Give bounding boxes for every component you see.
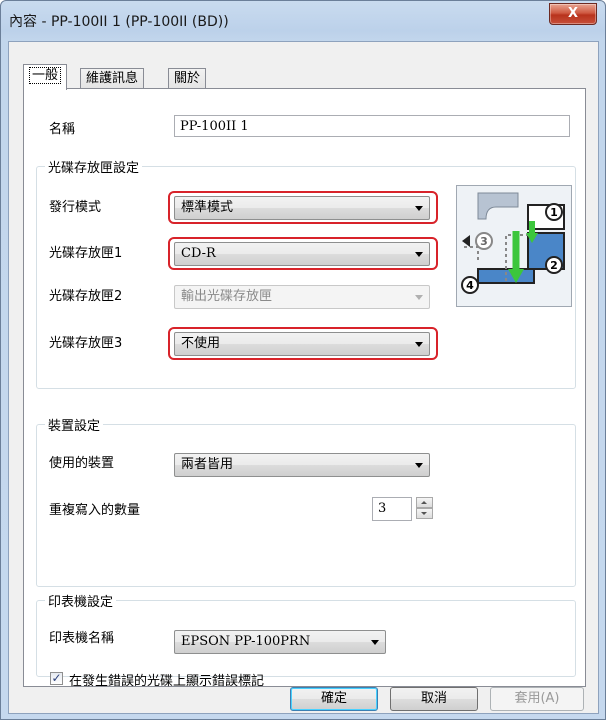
- close-button[interactable]: X: [549, 3, 597, 25]
- stacker3-label: 光碟存放匣3: [49, 336, 123, 351]
- stacker3-value: 不使用: [181, 336, 221, 351]
- publishing-mode-label: 發行模式: [49, 200, 102, 215]
- copies-label: 重複寫入的數量: [49, 503, 141, 518]
- stacker3-select[interactable]: 不使用: [174, 332, 430, 356]
- disc-stacker-group-title: 光碟存放匣設定: [45, 157, 143, 176]
- printer-name-label: 印表機名稱: [49, 631, 115, 646]
- chevron-down-icon: [415, 342, 423, 347]
- device-select[interactable]: 兩者皆用: [174, 453, 430, 477]
- stepper-up-icon[interactable]: [416, 497, 433, 508]
- printer-value: EPSON PP-100PRN: [181, 634, 311, 649]
- ok-button[interactable]: 確定: [290, 687, 378, 711]
- printer-select[interactable]: EPSON PP-100PRN: [174, 630, 386, 654]
- error-mark-label[interactable]: 在發生錯誤的光碟上顯示錯誤標記: [69, 670, 264, 689]
- stacker1-select[interactable]: CD-R: [174, 242, 430, 266]
- printer-settings-group-title: 印表機設定: [45, 591, 117, 610]
- device-settings-group-title: 裝置設定: [45, 415, 104, 434]
- chevron-down-icon: [415, 463, 423, 468]
- chevron-down-icon: [371, 640, 379, 645]
- stacker1-value: CD-R: [181, 246, 216, 261]
- name-field[interactable]: PP-100II 1: [174, 115, 570, 137]
- stacker1-label: 光碟存放匣1: [49, 246, 123, 261]
- diagram-number-2: 2: [550, 259, 558, 272]
- publishing-mode-select[interactable]: 標準模式: [174, 196, 430, 220]
- stacker2-label: 光碟存放匣2: [49, 289, 123, 304]
- diagram-number-4: 4: [466, 279, 474, 292]
- title-bar: 內容 - PP-100II 1 (PP-100II (BD)) X: [1, 1, 605, 41]
- tab-general[interactable]: 一般: [23, 64, 68, 90]
- name-label: 名稱: [49, 122, 76, 137]
- stacker2-select: 輸出光碟存放匣: [174, 285, 430, 309]
- cancel-button[interactable]: 取消: [390, 687, 478, 711]
- publishing-mode-value: 標準模式: [181, 200, 234, 215]
- apply-button[interactable]: 套用(A): [490, 687, 584, 711]
- stepper-down-icon[interactable]: [416, 508, 433, 519]
- chevron-down-icon: [415, 295, 423, 300]
- device-label: 使用的裝置: [49, 456, 115, 471]
- copies-stepper[interactable]: [416, 497, 433, 521]
- stacker-diagram-image: 1 2 3 4: [456, 185, 572, 307]
- stacker2-value: 輸出光碟存放匣: [181, 289, 273, 304]
- diagram-number-3: 3: [480, 235, 488, 248]
- tab-maintenance-info[interactable]: 維護訊息: [80, 68, 145, 89]
- general-tab-panel: 名稱 PP-100II 1 光碟存放匣設定 發行模式 標準模式 光碟存放匣1 C…: [23, 88, 586, 689]
- window-title: 內容 - PP-100II 1 (PP-100II (BD)): [9, 14, 229, 30]
- error-mark-checkbox[interactable]: ✓: [50, 672, 63, 685]
- dialog-client-area: 一般 維護訊息 關於 名稱 PP-100II 1 光碟存放匣設定 發行模式 標準…: [8, 41, 599, 714]
- copies-input[interactable]: 3: [372, 497, 412, 521]
- diagram-number-1: 1: [550, 206, 558, 219]
- device-value: 兩者皆用: [181, 457, 234, 472]
- properties-dialog: 內容 - PP-100II 1 (PP-100II (BD)) X 一般 維護訊…: [0, 0, 606, 720]
- tab-about[interactable]: 關於: [168, 68, 207, 89]
- chevron-down-icon: [415, 252, 423, 257]
- chevron-down-icon: [415, 206, 423, 211]
